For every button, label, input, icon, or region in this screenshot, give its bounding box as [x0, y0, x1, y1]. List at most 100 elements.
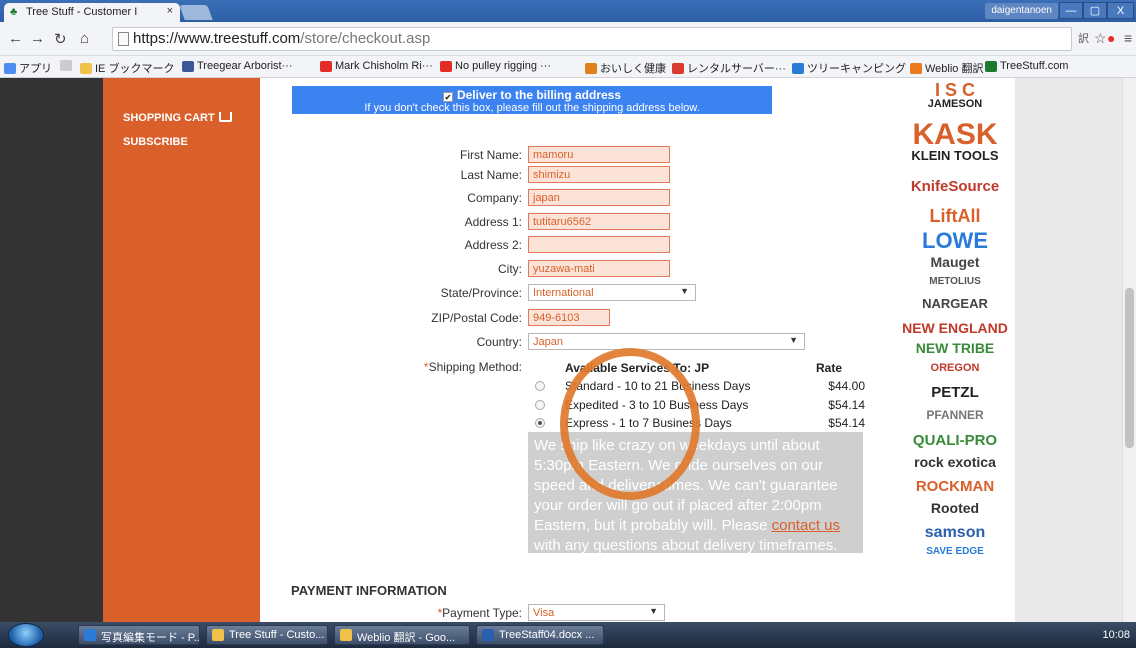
last-name-row: Last Name: shimizu: [260, 166, 895, 184]
taskbar-item[interactable]: TreeStaff04.docx ...: [476, 625, 604, 645]
brand-logo[interactable]: METOLIUS: [895, 276, 1015, 287]
brand-logo[interactable]: PFANNER: [895, 408, 1015, 422]
bookmarks-bar: アプリ IE ブックマーク Treegear Arborist··· Mark Chi…: [0, 56, 1136, 78]
bookmark-item[interactable]: おいしく健康: [585, 60, 666, 76]
bookmark-item[interactable]: TreeStuff.com: [985, 60, 1068, 72]
browser-titlebar: ♣ Tree Stuff - Customer I × daigentanoen…: [0, 0, 1136, 22]
brand-logo[interactable]: JAMESON: [895, 98, 1015, 110]
maximize-button[interactable]: ▢: [1083, 2, 1107, 19]
brand-logo[interactable]: NEW ENGLAND: [895, 320, 1015, 336]
bookmark-icon: [182, 60, 194, 72]
extension-icon[interactable]: ●: [1107, 30, 1115, 46]
brand-logo[interactable]: rock exotica: [895, 454, 1015, 470]
start-button[interactable]: [8, 623, 44, 647]
city-field[interactable]: yuzawa-mati: [528, 260, 670, 277]
annotation-circle: [560, 348, 700, 500]
taskbar-item[interactable]: Weblio 翻訳 - Goo...: [334, 625, 470, 645]
taskbar-item-label: 写真編集モード - P...: [101, 632, 200, 644]
brand-logo[interactable]: KASK: [895, 118, 1015, 152]
bookmark-item[interactable]: レンタルサーバー···: [672, 60, 786, 76]
subscribe-link[interactable]: SUBSCRIBE: [123, 136, 188, 148]
brand-logo[interactable]: samson: [895, 524, 1015, 542]
close-window-button[interactable]: X: [1107, 2, 1134, 19]
payment-type-value: Visa: [533, 607, 555, 619]
billing-label: Deliver to the billing address: [456, 88, 622, 102]
address-bar[interactable]: https://www.treestuff.com/store/checkout…: [112, 27, 1072, 51]
bookmark-star-icon[interactable]: ☆: [1094, 30, 1107, 47]
taskbar-item[interactable]: Tree Stuff - Custo...: [206, 625, 328, 645]
bookmark-item[interactable]: No pulley rigging ···: [440, 60, 551, 72]
brand-logo[interactable]: LOWE: [895, 228, 1015, 254]
right-gutter: [1015, 78, 1136, 622]
left-sidebar: SHOPPING CART SUBSCRIBE: [103, 78, 260, 622]
tab-close-icon[interactable]: ×: [167, 5, 173, 17]
bookmark-item[interactable]: Mark Chisholm Ri···: [320, 60, 433, 72]
bookmark-icon: [440, 60, 452, 72]
brand-logo[interactable]: ROCKMAN: [895, 478, 1015, 495]
billing-help: If you don't check this box, please fill…: [364, 102, 700, 114]
url-path: /store/checkout.asp: [300, 30, 431, 47]
page-scrollbar[interactable]: [1122, 78, 1136, 622]
brand-logo[interactable]: Mauget: [895, 254, 1015, 270]
brand-logo[interactable]: LiftAll: [895, 206, 1015, 227]
brand-logo[interactable]: SAVE EDGE: [895, 546, 1015, 557]
brand-logo[interactable]: KLEIN TOOLS: [895, 148, 1015, 163]
deliver-to-billing-checkbox[interactable]: ✔: [442, 92, 453, 102]
city-label: City:: [498, 262, 522, 276]
first-name-field[interactable]: mamoru: [528, 146, 670, 163]
brand-logo[interactable]: QUALI-PRO: [895, 432, 1015, 449]
express-radio[interactable]: [535, 418, 545, 428]
standard-radio[interactable]: [535, 381, 545, 391]
payment-type-select[interactable]: Visa ▼: [528, 604, 665, 621]
brand-logo[interactable]: Rooted: [895, 500, 1015, 516]
expedited-radio[interactable]: [535, 400, 545, 410]
bookmark-label: Treegear Arborist···: [197, 60, 293, 72]
state-value: International: [533, 287, 594, 299]
taskbar-item-label: Weblio 翻訳 - Goo...: [357, 632, 456, 644]
brand-logo[interactable]: NEW TRIBE: [895, 340, 1015, 356]
brand-logo[interactable]: OREGON: [895, 362, 1015, 374]
home-icon[interactable]: ⌂: [80, 30, 89, 47]
bookmark-icon: [4, 62, 16, 74]
brand-logo[interactable]: PETZL: [895, 384, 1015, 401]
company-field[interactable]: japan: [528, 189, 670, 206]
company-row: Company: japan: [260, 189, 895, 207]
new-tab-button[interactable]: [179, 5, 213, 20]
shopping-cart-label: SHOPPING CART: [123, 112, 215, 124]
shopping-cart-link[interactable]: SHOPPING CART: [123, 112, 232, 124]
brand-logo[interactable]: NARGEAR: [895, 296, 1015, 311]
translate-icon[interactable]: 訳: [1078, 30, 1089, 46]
menu-icon[interactable]: ≡: [1124, 30, 1132, 46]
bookmark-item[interactable]: [60, 60, 75, 71]
state-select[interactable]: International ▼: [528, 284, 696, 301]
bookmark-item[interactable]: IE ブックマーク: [80, 60, 174, 76]
forward-arrow-icon[interactable]: →: [30, 30, 45, 47]
browser-tab[interactable]: ♣ Tree Stuff - Customer I ×: [4, 3, 180, 22]
billing-address-bar: ✔ Deliver to the billing address If you d…: [292, 86, 772, 114]
notice-text-end: with any questions about delivery timefr…: [534, 537, 838, 554]
address2-field[interactable]: [528, 236, 670, 253]
scrollbar-thumb[interactable]: [1125, 288, 1134, 448]
minimize-button[interactable]: —: [1059, 2, 1083, 19]
system-clock[interactable]: 10:08: [1102, 629, 1130, 641]
address1-row: Address 1: tutitaru6562: [260, 213, 895, 231]
zip-field[interactable]: 949-6103: [528, 309, 610, 326]
country-select[interactable]: Japan ▼: [528, 333, 805, 350]
bookmark-item[interactable]: アプリ: [4, 60, 52, 76]
dropdown-arrow-icon: ▼: [649, 606, 658, 616]
bookmark-icon: [672, 62, 684, 74]
profile-user[interactable]: daigentanoen: [985, 3, 1058, 19]
contact-us-link[interactable]: contact us: [772, 517, 840, 534]
bookmark-item[interactable]: Treegear Arborist···: [182, 60, 293, 72]
brand-logo[interactable]: KnifeSource: [895, 178, 1015, 195]
address1-field[interactable]: tutitaru6562: [528, 213, 670, 230]
bookmark-icon: [910, 62, 922, 74]
bookmark-item[interactable]: Weblio 翻訳: [910, 60, 983, 76]
reload-icon[interactable]: ↻: [54, 30, 67, 48]
back-arrow-icon[interactable]: ←: [8, 30, 23, 47]
taskbar-item[interactable]: 写真編集モード - P...: [78, 625, 200, 645]
bookmark-item[interactable]: ツリーキャンピング: [792, 60, 906, 76]
browser-toolbar: ← → ↻ ⌂ https://www.treestuff.com/store/…: [0, 22, 1136, 56]
last-name-field[interactable]: shimizu: [528, 166, 670, 183]
bookmark-label: TreeStuff.com: [1000, 60, 1069, 72]
